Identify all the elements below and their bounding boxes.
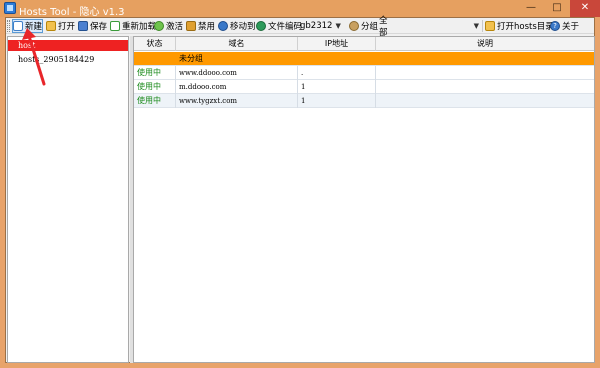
annotation-arrow — [22, 28, 46, 86]
app-window: Hosts Tool - 隐心 v1.3 — □ ✕ 新建 打开 保存 重新加载 — [0, 0, 600, 368]
